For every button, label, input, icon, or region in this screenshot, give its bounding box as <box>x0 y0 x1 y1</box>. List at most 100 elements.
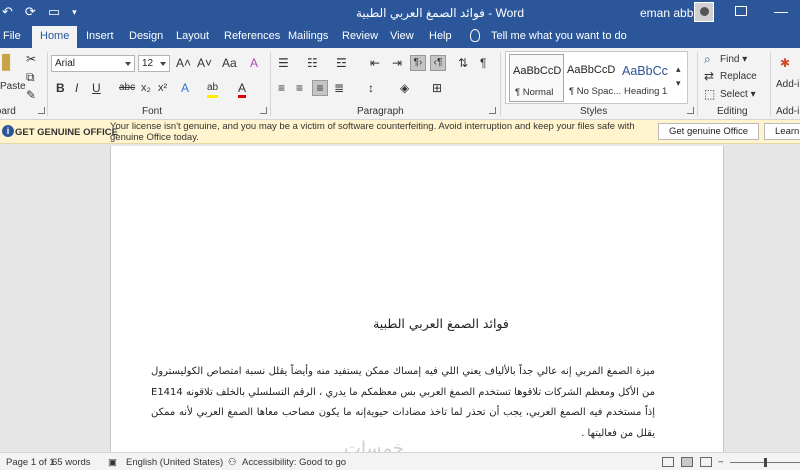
license-message-bar: i GET GENUINE OFFICE Your license isn't … <box>0 120 800 144</box>
styles-launcher-icon[interactable] <box>687 107 694 114</box>
divider <box>697 52 698 116</box>
tell-me-box[interactable]: Tell me what you want to do <box>491 30 627 42</box>
justify-icon[interactable]: ≣ <box>334 81 344 95</box>
document-body: ميزة الصمغ المربي إنه عالي جداً بالألياف… <box>151 366 655 439</box>
group-label-paragraph: Paragraph <box>357 106 404 117</box>
customize-qat-icon[interactable]: ▾ <box>72 7 77 18</box>
align-center-icon[interactable]: ≡ <box>296 81 303 95</box>
bold-icon[interactable]: B <box>56 81 65 95</box>
web-layout-icon[interactable] <box>700 457 712 467</box>
font-name-combo[interactable]: Arial <box>51 55 135 72</box>
redo-icon[interactable]: ⟳ <box>25 4 36 20</box>
style-normal[interactable]: AaBbCcD ¶ Normal <box>509 54 564 102</box>
rtl-direction-icon[interactable]: ‹¶ <box>430 55 446 71</box>
minimize-icon[interactable]: — <box>774 3 788 19</box>
paste-icon[interactable]: ▮ <box>0 50 12 72</box>
select-icon[interactable]: ⬚ <box>704 87 715 101</box>
replace-icon[interactable]: ⇄ <box>704 69 714 83</box>
style-sample: AaBbCcD <box>567 64 616 76</box>
paragraph-launcher-icon[interactable] <box>489 107 496 114</box>
line-spacing-icon[interactable]: ↕ <box>368 81 374 95</box>
read-mode-icon[interactable] <box>662 457 674 467</box>
document-title: فوائد الصمغ العربي الطبية <box>373 316 509 331</box>
align-right-icon[interactable]: ≡ <box>312 80 328 96</box>
clipboard-launcher-icon[interactable] <box>38 107 45 114</box>
copy-icon[interactable]: ⧉ <box>26 70 35 84</box>
tab-design[interactable]: Design <box>129 30 163 42</box>
find-icon[interactable]: ⌕ <box>704 52 711 66</box>
styles-more-icon[interactable]: ▴ ▾ <box>676 62 681 90</box>
decrease-indent-icon[interactable]: ⇤ <box>370 56 380 70</box>
select-button[interactable]: Select ▾ <box>720 88 756 102</box>
bullets-icon[interactable]: ☰ <box>278 56 289 70</box>
document-page[interactable]: فوائد الصمغ العربي الطبية ميزة الصمغ الم… <box>110 146 724 452</box>
accessibility-status[interactable]: Accessibility: Good to go <box>242 457 346 468</box>
tab-help[interactable]: Help <box>429 30 452 42</box>
tab-layout[interactable]: Layout <box>176 30 209 42</box>
style-sample: AaBbCcD <box>513 65 562 77</box>
borders-icon[interactable]: ⊞ <box>432 81 442 95</box>
message-text: Your license isn't genuine, and you may … <box>110 121 635 143</box>
clear-formatting-icon[interactable]: A <box>250 56 258 70</box>
tab-references[interactable]: References <box>224 30 280 42</box>
style-sample: AaBbCc <box>622 64 668 78</box>
word-count[interactable]: 65 words <box>52 457 91 468</box>
paste-button[interactable]: Paste <box>0 80 26 94</box>
avatar[interactable] <box>694 2 714 22</box>
replace-button[interactable]: Replace <box>720 70 757 84</box>
zoom-out-icon[interactable]: − <box>718 457 724 468</box>
ribbon-display-options-icon[interactable] <box>735 6 747 16</box>
format-painter-icon[interactable]: ✎ <box>26 88 36 102</box>
zoom-slider-thumb[interactable] <box>764 458 767 467</box>
group-label-styles: Styles <box>580 106 608 117</box>
lightbulb-icon <box>470 29 480 42</box>
language-status[interactable]: English (United States) <box>126 457 223 468</box>
page-count[interactable]: Page 1 of 1 <box>6 457 55 468</box>
undo-icon[interactable]: ↶ <box>2 4 13 20</box>
change-case-icon[interactable]: Aa <box>222 56 237 70</box>
print-layout-icon[interactable] <box>681 457 693 467</box>
shading-icon[interactable]: ◈ <box>400 81 409 95</box>
numbering-icon[interactable]: ☷ <box>307 56 318 70</box>
tab-mailings[interactable]: Mailings <box>288 30 328 42</box>
sort-icon[interactable]: ⇅ <box>458 56 468 70</box>
learn-more-button[interactable]: Learn more <box>764 123 800 140</box>
grow-font-icon[interactable]: A˄ <box>176 56 191 70</box>
tab-review[interactable]: Review <box>342 30 378 42</box>
show-formatting-marks-icon[interactable]: ¶ <box>480 56 486 70</box>
group-label-add-ins: Add-ins <box>776 106 800 117</box>
tab-file[interactable]: File <box>3 30 21 42</box>
italic-icon[interactable]: I <box>75 81 78 95</box>
underline-icon[interactable]: U <box>92 81 101 95</box>
document-area[interactable]: فوائد الصمغ العربي الطبية ميزة الصمغ الم… <box>0 144 800 452</box>
message-title: GET GENUINE OFFICE <box>15 127 118 138</box>
style-no-spacing[interactable]: AaBbCcD ¶ No Spac... <box>564 54 621 102</box>
text-effects-icon[interactable]: A <box>181 81 189 95</box>
font-color-icon[interactable]: A <box>238 81 247 98</box>
get-genuine-office-button[interactable]: Get genuine Office <box>658 123 760 140</box>
tab-home[interactable]: Home <box>32 26 78 48</box>
find-button[interactable]: Find ▾ <box>720 53 747 67</box>
tab-view[interactable]: View <box>390 30 414 42</box>
ltr-direction-icon[interactable]: ¶› <box>410 55 426 71</box>
align-left-icon[interactable]: ≡ <box>278 81 285 95</box>
shrink-font-icon[interactable]: A˅ <box>197 56 212 70</box>
multilevel-list-icon[interactable]: ☲ <box>336 56 347 70</box>
cut-icon[interactable]: ✂ <box>26 52 36 66</box>
divider <box>47 52 48 116</box>
strikethrough-icon[interactable]: abc <box>119 81 135 95</box>
superscript-icon[interactable]: x² <box>158 81 167 95</box>
group-label-font: Font <box>142 106 163 117</box>
proofing-icon[interactable]: ▣ <box>108 457 117 468</box>
highlight-icon[interactable]: ab <box>207 81 219 98</box>
add-ins-button[interactable]: Add-ins <box>776 78 800 92</box>
open-folder-icon[interactable]: ▭ <box>48 4 60 20</box>
increase-indent-icon[interactable]: ⇥ <box>392 56 402 70</box>
style-heading-1[interactable]: AaBbCc Heading 1 <box>619 54 674 102</box>
tab-insert[interactable]: Insert <box>86 30 114 42</box>
subscript-icon[interactable]: x₂ <box>141 81 151 95</box>
status-bar: Page 1 of 1 65 words ▣ English (United S… <box>0 452 800 470</box>
font-size-combo[interactable]: 12 <box>138 55 170 72</box>
add-ins-icon[interactable]: ✱ <box>780 56 790 70</box>
font-launcher-icon[interactable] <box>260 107 267 114</box>
